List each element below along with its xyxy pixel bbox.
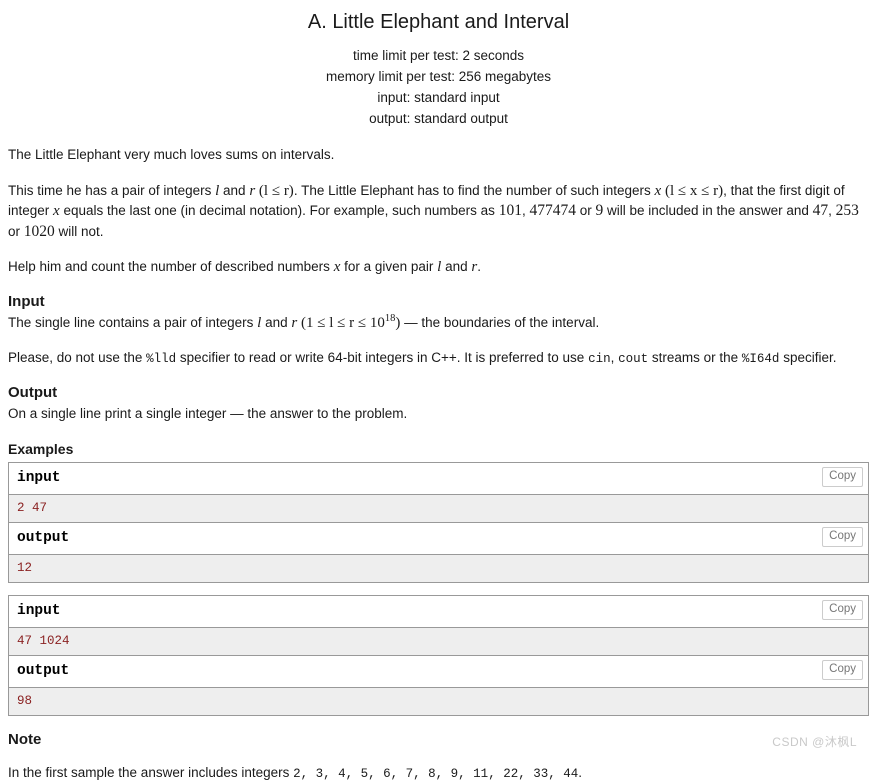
- copy-output-button[interactable]: Copy: [822, 660, 863, 680]
- output-label: output: [17, 663, 69, 679]
- math-number-253: 253: [836, 202, 859, 219]
- statement-paragraph-3: Help him and count the number of describ…: [8, 257, 869, 278]
- examples-section: Examples input Copy 2 47 output Copy 12: [8, 440, 869, 716]
- math-var-x: x: [53, 203, 60, 219]
- note-body: In the first sample the answer includes …: [8, 763, 869, 784]
- math-number-1020: 1020: [24, 223, 55, 240]
- input-title-bar: input Copy: [9, 463, 868, 495]
- note-number-list: 2, 3, 4, 5, 6, 7, 8, 9, 11, 22, 33, 44: [293, 767, 578, 781]
- output-section-body: On a single line print a single integer …: [8, 404, 869, 424]
- text-fragment: .: [578, 765, 582, 780]
- input-spec: input: standard input: [8, 87, 869, 108]
- input-label: input: [17, 603, 61, 619]
- output-block: output Copy 98: [8, 655, 869, 716]
- code-cin: cin: [588, 352, 611, 366]
- copy-output-button[interactable]: Copy: [822, 527, 863, 547]
- copy-input-button[interactable]: Copy: [822, 600, 863, 620]
- text-fragment: or: [8, 224, 24, 239]
- math-condition-lr: (l ≤ r): [259, 183, 294, 199]
- code-cout: cout: [618, 352, 648, 366]
- text-fragment: . The Little Elephant has to find the nu…: [294, 183, 655, 198]
- output-section: Output On a single line print a single i…: [8, 383, 869, 424]
- code-lld: %lld: [146, 352, 176, 366]
- input-label: input: [17, 470, 61, 486]
- text-fragment: This time he has a pair of integers: [8, 183, 215, 198]
- text-fragment: .: [477, 259, 481, 274]
- text-fragment: Help him and count the number of describ…: [8, 259, 334, 274]
- code-i64d: %I64d: [742, 352, 780, 366]
- input-section-note: Please, do not use the %lld specifier to…: [8, 348, 869, 369]
- math-condition-lxr: (l ≤ x ≤ r): [665, 183, 723, 199]
- output-data: 98: [9, 688, 868, 715]
- text-fragment: specifier to read or write 64-bit intege…: [176, 350, 588, 365]
- output-title-bar: output Copy: [9, 656, 868, 688]
- output-block: output Copy 12: [8, 522, 869, 583]
- output-label: output: [17, 530, 69, 546]
- page-title: A. Little Elephant and Interval: [8, 10, 869, 34]
- memory-limit: memory limit per test: 256 megabytes: [8, 66, 869, 87]
- problem-header: A. Little Elephant and Interval time lim…: [8, 0, 869, 129]
- output-spec: output: standard output: [8, 108, 869, 129]
- sample-test-1: input Copy 2 47 output Copy 12: [8, 462, 869, 583]
- input-block: input Copy 2 47: [8, 462, 869, 522]
- text-fragment: ,: [828, 203, 836, 218]
- math-number-101: 101: [499, 202, 522, 219]
- math-number-47: 47: [813, 202, 829, 219]
- text-fragment: for a given pair: [340, 259, 437, 274]
- input-data: 47 1024: [9, 628, 868, 655]
- examples-heading: Examples: [8, 440, 869, 458]
- math-var-r: r: [291, 315, 297, 331]
- input-section-body: The single line contains a pair of integ…: [8, 313, 869, 333]
- csdn-watermark: CSDN @沐枫L: [772, 733, 857, 750]
- problem-statement: The Little Elephant very much loves sums…: [8, 145, 869, 278]
- text-fragment: will be included in the answer and: [603, 203, 812, 218]
- copy-input-button[interactable]: Copy: [822, 467, 863, 487]
- input-title-bar: input Copy: [9, 596, 868, 628]
- constraint-open: (1 ≤ l ≤ r ≤ 10: [301, 315, 385, 331]
- text-fragment: equals the last one (in decimal notation…: [60, 203, 499, 218]
- note-section: Note In the first sample the answer incl…: [8, 730, 869, 784]
- text-fragment: and: [441, 259, 471, 274]
- problem-page: A. Little Elephant and Interval time lim…: [0, 0, 877, 760]
- text-fragment: In the first sample the answer includes …: [8, 765, 293, 780]
- text-fragment: The single line contains a pair of integ…: [8, 315, 257, 330]
- input-section: Input The single line contains a pair of…: [8, 292, 869, 369]
- math-var-x: x: [655, 183, 662, 199]
- constraint-exponent: 18: [385, 313, 396, 324]
- text-fragment: specifier.: [779, 350, 836, 365]
- output-data: 12: [9, 555, 868, 582]
- statement-paragraph-2: This time he has a pair of integers l an…: [8, 181, 869, 243]
- input-data: 2 47: [9, 495, 868, 522]
- input-block: input Copy 47 1024: [8, 595, 869, 655]
- text-fragment: and: [261, 315, 291, 330]
- math-constraint: (1 ≤ l ≤ r ≤ 1018): [301, 315, 400, 331]
- math-var-r: r: [249, 183, 255, 199]
- sample-test-2: input Copy 47 1024 output Copy 98: [8, 595, 869, 716]
- output-section-heading: Output: [8, 383, 869, 403]
- text-fragment: will not.: [55, 224, 104, 239]
- text-fragment: — the boundaries of the interval.: [400, 315, 599, 330]
- statement-paragraph-1: The Little Elephant very much loves sums…: [8, 145, 869, 166]
- text-fragment: ,: [611, 350, 619, 365]
- note-heading: Note: [8, 730, 869, 750]
- output-title-bar: output Copy: [9, 523, 868, 555]
- text-fragment: streams or the: [648, 350, 742, 365]
- input-section-heading: Input: [8, 292, 869, 312]
- math-number-477474: 477474: [529, 202, 576, 219]
- time-limit: time limit per test: 2 seconds: [8, 45, 869, 66]
- text-fragment: Please, do not use the: [8, 350, 146, 365]
- text-fragment: or: [576, 203, 596, 218]
- text-fragment: and: [219, 183, 249, 198]
